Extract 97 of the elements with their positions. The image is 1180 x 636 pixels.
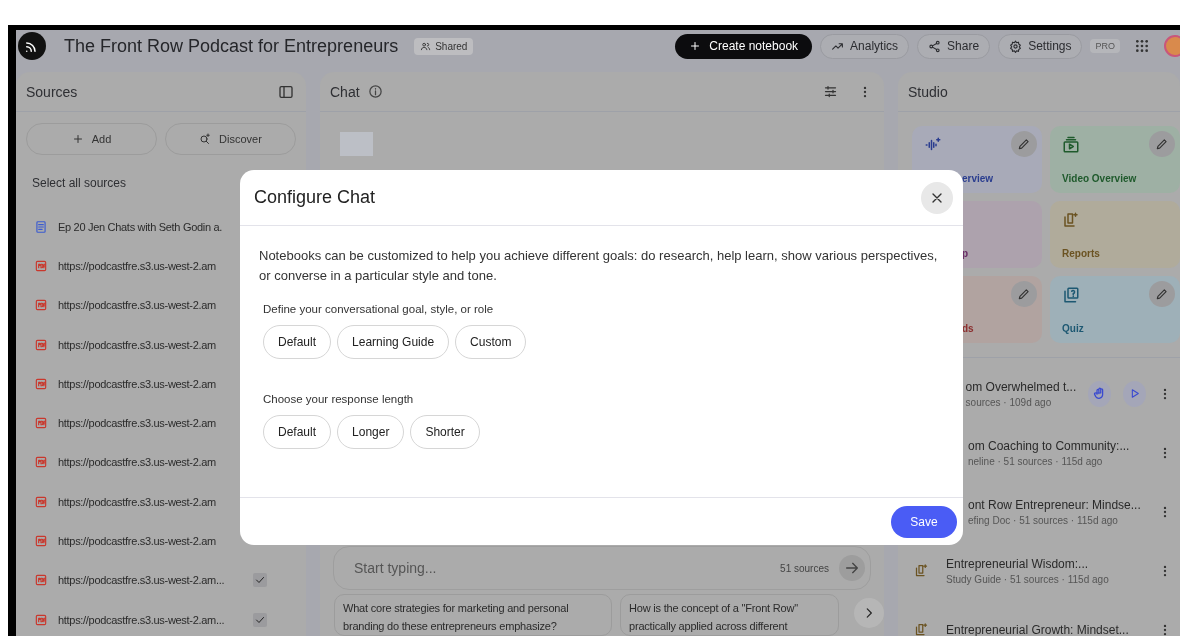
note-meta: Study Guide · 51 sources · 115d ago [946,573,1110,585]
source-title[interactable]: https://podcastfre.s3.us-west-2.am [58,259,216,272]
plan-badge: PRO [1090,39,1120,53]
message-field[interactable]: Start typing... [352,559,771,577]
option-chip[interactable]: Longer [337,415,405,449]
settings-button[interactable]: Settings [998,33,1083,59]
option-chip[interactable]: Shorter [410,415,480,449]
option-group-label: Define your conversational goal, style, or role [263,303,495,315]
pdf-icon [34,416,48,431]
discover-button[interactable]: Discover [165,123,296,155]
source-title[interactable]: https://podcastfre.s3.us-west-2.am [58,417,216,430]
video-slides-icon [1062,136,1080,154]
pdf-icon [34,337,48,352]
sparkle-search-icon [199,133,212,145]
edit-button[interactable] [1011,131,1037,157]
suggested-question[interactable]: How is the concept of a "Front Row" practically applied across different [620,594,839,636]
notebook-title: The Front Row Podcast for Entrepreneurs [64,35,399,57]
note-title[interactable]: ont Row Entrepreneur: Mindse... [968,497,1146,512]
dialog-title: Configure Chat [254,187,377,208]
source-title[interactable]: https://podcastfre.s3.us-west-2.am [58,456,216,469]
pencil-icon [1017,137,1031,151]
plus-icon [689,40,702,52]
tile-label: Reports [1062,248,1101,261]
tile-label: Quiz [1062,323,1085,336]
share-icon [928,39,942,53]
play-button[interactable] [1123,380,1146,407]
select-all-label: Select all sources [32,176,127,192]
note-sparkle-icon [914,622,929,636]
note-meta: sources · 109d ago [965,396,1053,408]
pdf-icon [34,298,48,313]
note-meta: efing Doc · 51 sources · 115d ago [968,514,1119,526]
send-button[interactable] [839,555,865,581]
arrow-right-icon [844,560,860,576]
source-checkbox[interactable] [253,612,268,627]
suggested-question[interactable]: What core strategies for marketing and personal branding do these entrepreneurs emphasize? [334,594,612,636]
chat-input-field[interactable]: Start typing... 51 sources [333,546,871,590]
panel-title: Sources [26,83,78,100]
studio-tile[interactable]: Video Overview [1050,126,1180,193]
pencil-icon [1017,287,1031,301]
close-button[interactable] [921,181,953,214]
tile-label: Video Overview [1062,173,1138,186]
option-chip[interactable]: Default [263,415,332,449]
source-title[interactable]: Ep 20 Jen Chats with Seth Godin a. [58,220,223,233]
create-notebook-button[interactable]: Create notebook [675,33,813,59]
pdf-icon [34,376,48,391]
logo[interactable] [18,32,46,60]
pencil-icon [1155,137,1169,151]
side-panel-icon[interactable] [278,83,294,100]
tile-label: erview [961,173,995,186]
interactive-button[interactable] [1088,380,1112,407]
info-icon[interactable] [367,84,383,99]
source-title[interactable]: https://podcastfre.s3.us-west-2.am [58,495,216,508]
sliders-icon[interactable] [823,84,838,99]
pencil-icon [1155,287,1169,301]
note-sparkle-icon [914,563,929,578]
save-button[interactable]: Save [891,505,957,538]
option-chip[interactable]: Default [263,325,332,359]
source-checkbox[interactable] [253,573,268,588]
people-icon [420,40,432,52]
source-title[interactable]: https://podcastfre.s3.us-west-2.am [58,299,216,312]
share-button[interactable]: Share [917,33,991,59]
pdf-icon [34,612,48,627]
option-group-label: Choose your response length [263,393,415,405]
pdf-icon [34,494,48,509]
pdf-icon [34,573,48,588]
edit-button[interactable] [1011,281,1037,307]
image-thumbnail [340,132,373,156]
settings-icon [1009,39,1023,53]
panel-title: Chat [330,83,360,100]
source-title[interactable]: https://podcastfre.s3.us-west-2.am... [58,613,225,626]
plus-icon [71,133,84,145]
note-title[interactable]: Entrepreneurial Wisdom:... [946,556,1146,571]
option-chip[interactable]: Learning Guide [337,325,450,359]
source-title[interactable]: https://podcastfre.s3.us-west-2.am [58,377,216,390]
analytics-button[interactable]: Analytics [820,33,910,59]
note-title[interactable]: om Coaching to Community:... [968,438,1146,453]
studio-tile[interactable]: Quiz [1050,276,1180,343]
apps-grid-icon[interactable] [1134,38,1150,54]
shared-button[interactable]: Shared [414,37,474,55]
note-title[interactable]: om Overwhelmed t... [965,379,1077,394]
source-title[interactable]: https://podcastfre.s3.us-west-2.am... [58,574,225,587]
edit-button[interactable] [1149,131,1175,157]
edit-button[interactable] [1149,281,1175,307]
document-icon [34,219,48,234]
pdf-icon [34,258,48,273]
add-source-button[interactable]: Add [26,123,157,155]
note-meta: neline · 51 sources · 115d ago [968,455,1104,467]
source-title[interactable]: https://podcastfre.s3.us-west-2.am [58,535,216,547]
report-sparkle-icon [1062,211,1080,229]
source-count: 51 sources [780,562,829,574]
pdf-icon [34,455,48,470]
panel-title: Studio [908,83,948,100]
source-title[interactable]: https://podcastfre.s3.us-west-2.am [58,338,216,351]
note-title[interactable]: Entrepreneurial Growth: Mindset... [946,622,1146,636]
quiz-icon [1062,286,1080,304]
pdf-icon [34,534,48,548]
option-chip[interactable]: Custom [455,325,527,359]
